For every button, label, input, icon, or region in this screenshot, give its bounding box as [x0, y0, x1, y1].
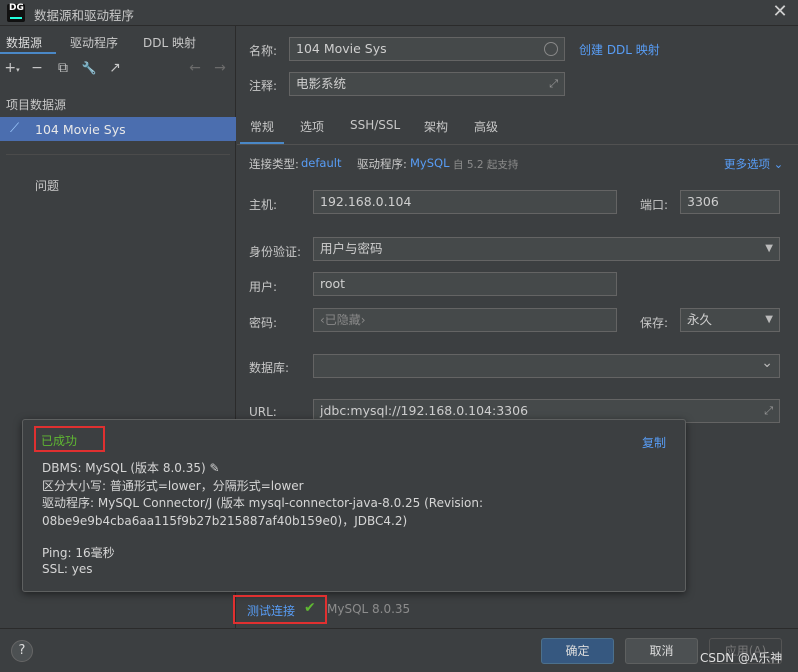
- connection-result-popup: 已成功 复制 DBMS: MySQL (版本 8.0.35) ✎ 区分大小写: …: [22, 419, 686, 592]
- user-input[interactable]: root: [313, 272, 617, 296]
- watermark: CSDN @A乐神: [700, 651, 783, 665]
- close-window-icon[interactable]: ✕: [770, 2, 790, 22]
- auth-select[interactable]: 用户与密码 ▼: [313, 237, 780, 261]
- name-input[interactable]: 104 Movie Sys: [289, 37, 565, 61]
- name-label: 名称:: [249, 44, 278, 58]
- tab-advanced[interactable]: 高级: [474, 118, 498, 135]
- color-circle-icon[interactable]: [544, 42, 558, 56]
- url-label: URL:: [249, 405, 277, 419]
- active-tab-indicator: [0, 52, 56, 54]
- port-label: 端口:: [640, 198, 669, 212]
- remove-icon[interactable]: −: [29, 60, 45, 76]
- edit-pencil-icon[interactable]: ✎: [210, 461, 220, 475]
- save-label: 保存:: [640, 316, 669, 330]
- database-label: 数据库:: [249, 361, 290, 375]
- server-version-text: MySQL 8.0.35: [327, 602, 411, 616]
- project-datasources-header: 项目数据源: [6, 98, 67, 112]
- datagrip-logo-icon: DG: [7, 4, 25, 22]
- wrench-icon[interactable]: 🔧: [81, 60, 97, 76]
- tab-datasources[interactable]: 数据源: [6, 34, 42, 51]
- chevron-down-icon: ⌄: [773, 157, 784, 171]
- tab-general[interactable]: 常规: [250, 118, 274, 135]
- expand-icon[interactable]: ⤢: [549, 73, 558, 95]
- duplicate-icon[interactable]: ⧉: [55, 60, 71, 76]
- comment-label: 注释:: [249, 79, 278, 93]
- tab-options[interactable]: 选项: [300, 118, 324, 135]
- ok-button[interactable]: 确定: [541, 638, 614, 664]
- success-status: 已成功: [41, 434, 78, 448]
- database-select[interactable]: ⌄: [313, 354, 780, 378]
- connection-type-label: 连接类型:: [249, 157, 299, 171]
- dbms-line: DBMS: MySQL (版本 8.0.35) ✎: [42, 461, 220, 475]
- host-label: 主机:: [249, 198, 278, 212]
- password-label: 密码:: [249, 316, 278, 330]
- host-input[interactable]: 192.168.0.104: [313, 190, 617, 214]
- mysql-datasource-icon: ⟋: [10, 121, 20, 136]
- auth-label: 身份验证:: [249, 245, 302, 259]
- tab-drivers[interactable]: 驱动程序: [70, 34, 118, 51]
- driver-version-note: 自 5.2 起支持: [453, 159, 519, 171]
- help-icon[interactable]: ?: [11, 640, 33, 662]
- datasource-label[interactable]: 104 Movie Sys: [35, 122, 126, 137]
- password-input[interactable]: ‹已隐藏›: [313, 308, 617, 332]
- cancel-button[interactable]: 取消: [625, 638, 698, 664]
- chevron-down-icon: ⌄: [761, 355, 773, 371]
- comment-input[interactable]: 电影系统 ⤢: [289, 72, 565, 96]
- active-subtab-indicator: [240, 142, 284, 144]
- user-label: 用户:: [249, 280, 278, 294]
- ssl-line: SSL: yes: [42, 562, 93, 576]
- jump-to-icon[interactable]: ↗: [107, 60, 123, 76]
- copy-link[interactable]: 复制: [642, 434, 666, 451]
- dropdown-arrow-icon: ▼: [765, 243, 773, 254]
- back-arrow-icon[interactable]: ←: [187, 60, 203, 76]
- problems-item[interactable]: 问题: [35, 177, 59, 194]
- create-ddl-mapping-link[interactable]: 创建 DDL 映射: [579, 41, 660, 58]
- test-connection-link[interactable]: 测试连接: [247, 602, 295, 619]
- ping-line: Ping: 16毫秒: [42, 546, 115, 560]
- tab-ddl-mappings[interactable]: DDL 映射: [143, 34, 196, 51]
- tab-schemas[interactable]: 架构: [424, 118, 448, 135]
- save-select[interactable]: 永久 ▼: [680, 308, 780, 332]
- more-options-link[interactable]: 更多选项 ⌄: [724, 156, 783, 172]
- sidebar-divider: [6, 154, 230, 155]
- dropdown-arrow-icon: ▼: [765, 314, 773, 325]
- add-icon[interactable]: +▾: [4, 60, 20, 76]
- subtab-divider: [237, 144, 798, 145]
- connection-type-link[interactable]: default: [301, 156, 341, 170]
- forward-arrow-icon[interactable]: →: [212, 60, 228, 76]
- port-input[interactable]: 3306: [680, 190, 780, 214]
- driver-label: 驱动程序:: [357, 157, 407, 171]
- case-sensitivity-line: 区分大小写: 普通形式=lower，分隔形式=lower: [42, 479, 304, 493]
- driver-line-2: 08be9e9b4cba6aa115f9b27b215887af40b159e0…: [42, 514, 408, 528]
- checkmark-icon: ✔: [304, 600, 316, 616]
- driver-line-1: 驱动程序: MySQL Connector/J (版本 mysql-connec…: [42, 496, 483, 510]
- driver-link[interactable]: MySQL: [410, 156, 450, 170]
- expand-icon[interactable]: ⤢: [764, 400, 773, 422]
- window-title: 数据源和驱动程序: [34, 8, 135, 23]
- tab-ssh-ssl[interactable]: SSH/SSL: [350, 118, 400, 132]
